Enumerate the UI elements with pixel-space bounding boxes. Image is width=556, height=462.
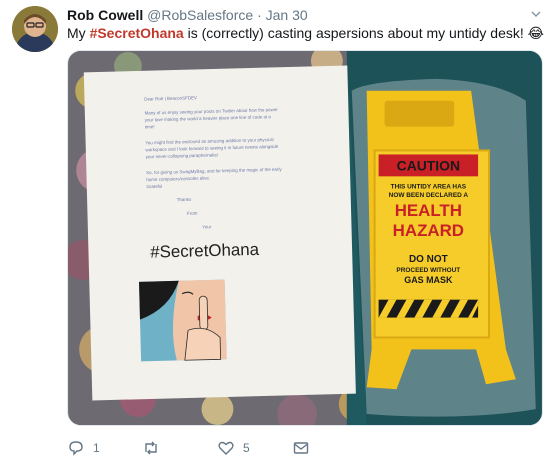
tweet-text-after: is (correctly) casting aspersions about …: [183, 25, 545, 41]
tweet-text: My #SecretOhana is (correctly) casting a…: [67, 24, 544, 43]
sign-line-1: THIS UNTIDY AREA HAS: [391, 183, 467, 190]
tweet-photo[interactable]: Dear Rob | BeaconSFDEV Many of us enjoy …: [67, 50, 543, 426]
letter-line-11: From: [187, 211, 198, 216]
retweet-button[interactable]: [142, 439, 217, 457]
sign-proceed: PROCEED WITHOUT: [396, 267, 460, 274]
heart-icon: [218, 441, 234, 455]
like-count: 5: [243, 441, 250, 455]
tweet-date[interactable]: Jan 30: [266, 7, 308, 23]
header-separator: ·: [257, 7, 262, 23]
envelope-icon: [293, 442, 309, 454]
letter-hashtag: #SecretOhana: [150, 240, 260, 262]
like-button[interactable]: 5: [217, 439, 292, 457]
sign-gas-mask: GAS MASK: [404, 275, 453, 285]
sign-line-2: NOW BEEN DECLARED A: [389, 192, 469, 199]
tweet-text-before: My: [67, 25, 90, 41]
tweet-card[interactable]: Rob Cowell @RobSalesforce · Jan 30 My #S…: [0, 0, 556, 462]
author-name[interactable]: Rob Cowell: [67, 7, 143, 23]
hashtag-link[interactable]: #SecretOhana: [90, 25, 184, 41]
reply-icon: [69, 441, 83, 456]
letter-line-10: Thanks: [177, 197, 193, 202]
letter-line-12: Your: [202, 224, 212, 229]
letter-line-9: Grateful: [146, 184, 162, 189]
author-handle[interactable]: @RobSalesforce: [147, 7, 253, 23]
tweet-actions: 1 5: [67, 438, 487, 458]
reply-count: 1: [93, 441, 100, 455]
sign-do-not: DO NOT: [409, 254, 448, 265]
tweet-header: Rob Cowell @RobSalesforce · Jan 30: [67, 6, 532, 24]
reply-button[interactable]: 1: [67, 439, 142, 457]
chevron-down-icon[interactable]: [530, 8, 542, 20]
shush-illustration: [139, 279, 227, 362]
retweet-icon: [145, 441, 157, 455]
sign-caution: CAUTION: [397, 157, 460, 173]
avatar[interactable]: [12, 6, 58, 52]
message-button[interactable]: [292, 439, 367, 457]
sign-health: HEALTH: [395, 201, 462, 220]
letter-line-3: time!: [145, 124, 155, 129]
sign-hazard: HAZARD: [393, 221, 464, 240]
